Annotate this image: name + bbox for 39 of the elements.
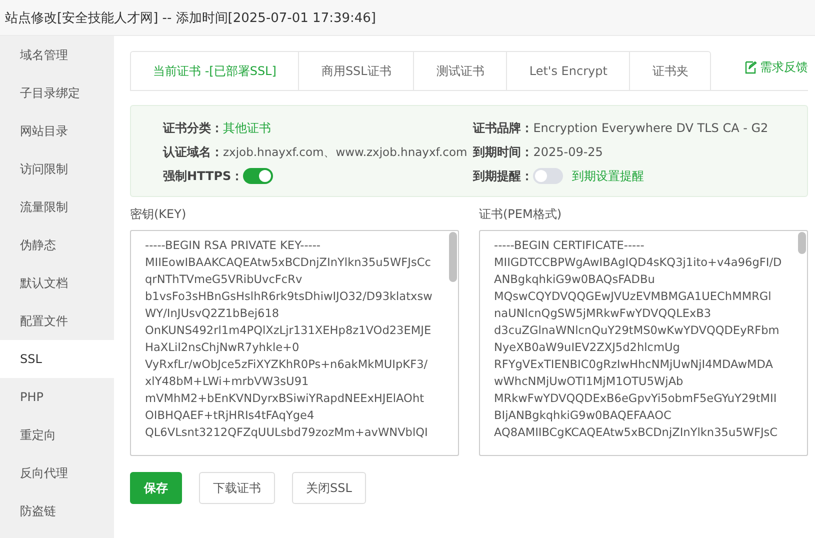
- window-title: 站点修改[安全技能人才网] -- 添加时间[2025-07-01 17:39:46]: [5, 10, 376, 26]
- sidebar-item[interactable]: 重定向: [0, 416, 114, 454]
- expiry-value: 2025-09-25: [533, 145, 603, 159]
- scrollbar[interactable]: [449, 232, 457, 282]
- sidebar-item[interactable]: SSL: [0, 340, 114, 378]
- tab[interactable]: 证书夹: [630, 51, 712, 91]
- https-toggle[interactable]: [243, 168, 274, 184]
- key-textarea[interactable]: -----BEGIN RSA PRIVATE KEY----- MIIEowIBAAKCAQEAtw5xBCDnjZInYlkn35u5WFJsCc qrNThTVmeG5VRibUvcFcRv b1vsFo3sHBnGsHslhR6rk9tsDhiwIJO32/D93klatxsw WY/InJUsvQ2Z1bBej618 OnKUNS492rl1m4PQlXzLjr131XEHp8z1VOd23EMJE HaXLiI2nsChjNwR7yhkle+0 VyRxfLr/wObJce5zFiXYZKhR0Ps+n6akMkMUIpKF3/ xlY48bM+LWi+mrbVW3sU91 mVMhM2+bEnKVNDyrxBSiwiYRapdNEExHJElAOht OIBHQAEF+tRjHRIs4tFAqYge4 QL6VLsnt3212QFZqUULsbd79zozMm+avWNVblQI: [130, 230, 459, 456]
- certificate-label: 证书(PEM格式): [479, 206, 563, 223]
- certificate-textarea[interactable]: -----BEGIN CERTIFICATE----- MIIGDTCCBPWgAwIBAgIQD4sKQ3j1ito+v4a96gFI/D ANBgkqhkiG9w0BAQsFADBu MQswCQYDVQQGEwJVUzEVMBMGA1UEChMMRGl naUNlcnQgSW5jMRkwFwYDVQQLExB3 d3cuZGlnaWNlcnQuY29tMS0wKwYDVQQDEyRFbm NyeXB0aW9uIEV2ZXJ5d2hlcmUg RFYgVExTIENBIC0gRzIwHhcNMjUwNjI4MDAwMDA wWhcNMjUwOTI1MjM1OTU5WjAb MRkwFwYDVQQDExB6eGpvYi5obmF5eGYuY29tMII BIjANBgkqhkiG9w0BAQEFAAOC AQ8AMIIBCgKCAQEAtw5xBCDnjZInYlkn35u5WFJsC: [479, 230, 808, 456]
- sidebar-item[interactable]: 域名管理: [0, 36, 114, 74]
- brand-value: Encryption Everywhere DV TLS CA - G2: [533, 121, 768, 135]
- sidebar-item[interactable]: 网站目录: [0, 112, 114, 150]
- info-label: 强制HTTPS：: [163, 168, 244, 184]
- info-label: 到期提醒：: [473, 168, 534, 184]
- edit-icon: [745, 61, 757, 74]
- scrollbar[interactable]: [798, 232, 806, 254]
- sidebar-item[interactable]: 默认文档: [0, 264, 114, 302]
- tab[interactable]: 测试证书: [414, 51, 508, 91]
- info-label: 证书分类：: [163, 120, 223, 136]
- sidebar-item[interactable]: 防盗链: [0, 492, 114, 530]
- sidebar-item[interactable]: PHP: [0, 378, 114, 416]
- info-label: 证书品牌：: [473, 120, 534, 136]
- info-label: 认证域名：: [163, 144, 223, 160]
- action-button[interactable]: 关闭SSL: [292, 472, 366, 504]
- domain-value: zxjob.hnayxf.com、www.zxjob.hnayxf.com: [223, 144, 468, 160]
- tab[interactable]: 商用SSL证书: [299, 51, 414, 91]
- info-label: 到期时间：: [473, 144, 534, 160]
- sidebar-item[interactable]: 伪静态: [0, 226, 114, 264]
- sidebar-item[interactable]: 配置文件: [0, 302, 114, 340]
- category-value: 其他证书: [223, 120, 271, 136]
- action-button[interactable]: 下载证书: [199, 472, 275, 504]
- reminder-toggle[interactable]: [533, 168, 564, 184]
- key-label: 密钥(KEY): [130, 206, 188, 223]
- sidebar-item[interactable]: 反向代理: [0, 454, 114, 492]
- sidebar-item[interactable]: 流量限制: [0, 188, 114, 226]
- sidebar-item[interactable]: 访问限制: [0, 150, 114, 188]
- sidebar-item[interactable]: 子目录绑定: [0, 74, 114, 112]
- tab[interactable]: Let's Encrypt: [507, 51, 630, 91]
